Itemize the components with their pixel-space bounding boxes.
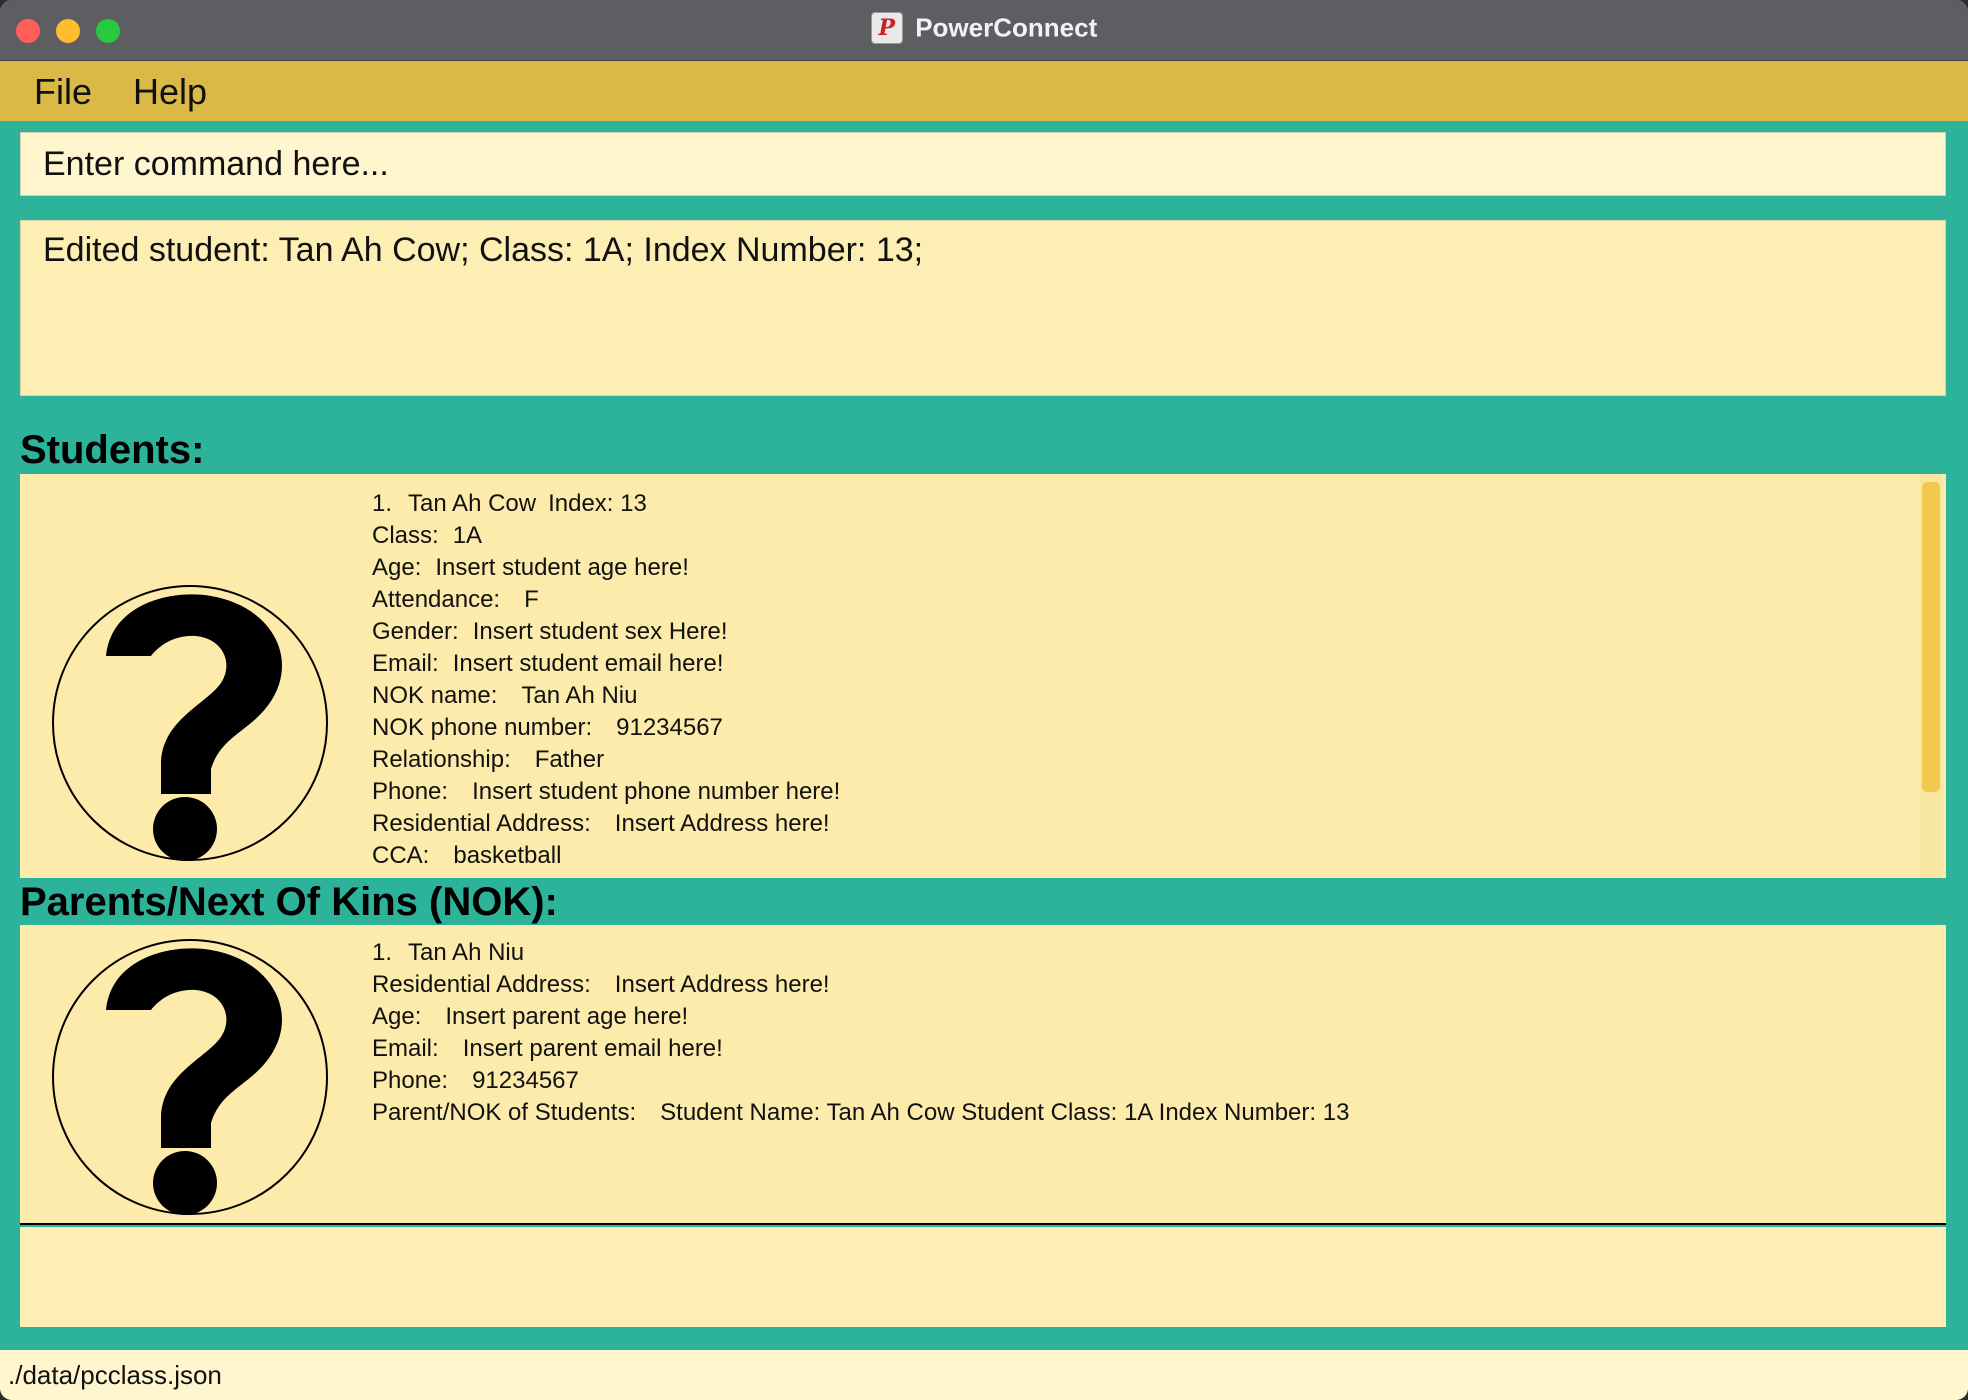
field-label: Attendance: — [372, 586, 501, 613]
parent-list[interactable]: 1. Tan Ah Niu Residential Address: Insert … — [20, 925, 1946, 1225]
parent-details: 1. Tan Ah Niu Residential Address: Insert … — [372, 937, 1349, 1129]
field-value: F — [524, 586, 539, 613]
title-bar: P PowerConnect — [0, 0, 1968, 61]
field-label: Residential Address: — [372, 971, 591, 998]
field-value: basketball — [453, 842, 562, 869]
data-file-path: ./data/pcclass.json — [8, 1360, 222, 1390]
window-title-group: P PowerConnect — [0, 12, 1968, 44]
field-value: Insert parent email here! — [462, 1035, 723, 1062]
parent-name: Tan Ah Niu — [408, 939, 525, 966]
field-label: Email: — [372, 1035, 439, 1062]
field-label: NOK phone number: — [372, 714, 593, 741]
field-value: 1A — [452, 522, 483, 549]
student-details: 1. Tan Ah Cow Index: 13 Class: 1A Age: Inser… — [372, 488, 840, 872]
student-field-relationship: Relationship: Father — [372, 744, 840, 776]
student-header-row: 1. Tan Ah Cow Index: 13 — [372, 488, 840, 520]
student-field-class: Class: 1A — [372, 520, 840, 552]
field-label: Phone: — [372, 1067, 449, 1094]
placeholder-avatar-icon — [52, 939, 328, 1215]
field-label: Gender: — [372, 618, 459, 645]
field-label: Phone: — [372, 778, 449, 805]
result-display: Edited student: Tan Ah Cow; Class: 1A; I… — [20, 220, 1946, 396]
field-value: Insert student age here! — [435, 554, 689, 581]
field-label: Age: — [372, 1003, 422, 1030]
field-label: Parent/NOK of Students: — [372, 1099, 637, 1126]
placeholder-avatar-icon — [52, 585, 328, 861]
field-label: Age: — [372, 554, 422, 581]
student-number: 1. — [372, 490, 393, 517]
menu-file[interactable]: File — [34, 71, 92, 113]
field-value: 91234567 — [616, 714, 723, 741]
field-label: CCA: — [372, 842, 430, 869]
menu-bar: File Help — [0, 61, 1968, 121]
field-label: NOK name: — [372, 682, 498, 709]
field-label: Email: — [372, 650, 439, 677]
student-field-nok-name: NOK name: Tan Ah Niu — [372, 680, 840, 712]
app-logo-icon: P — [870, 12, 903, 44]
command-input[interactable] — [21, 133, 1945, 195]
student-field-phone: Phone: Insert student phone number here! — [372, 776, 840, 808]
parents-heading: Parents/Next Of Kins (NOK): — [20, 880, 558, 924]
field-value: Insert student sex Here! — [472, 618, 728, 645]
field-label: Relationship: — [372, 746, 511, 773]
field-value: Insert Address here! — [614, 810, 830, 837]
empty-list-area — [20, 1227, 1946, 1327]
student-name: Tan Ah Cow — [408, 490, 537, 517]
field-value: Insert student phone number here! — [472, 778, 841, 805]
field-label: Residential Address: — [372, 810, 591, 837]
students-heading: Students: — [20, 428, 205, 472]
menu-help[interactable]: Help — [133, 71, 207, 113]
field-value: Student Name: Tan Ah Cow Student Class: … — [660, 1099, 1350, 1126]
student-field-address: Residential Address: Insert Address here! — [372, 808, 840, 840]
window-title: PowerConnect — [915, 12, 1098, 43]
field-value: 91234567 — [472, 1067, 579, 1094]
field-value: Tan Ah Niu — [521, 682, 638, 709]
parent-field-phone: Phone: 91234567 — [372, 1065, 1349, 1097]
student-index-label: Index: — [548, 490, 614, 517]
parent-field-address: Residential Address: Insert Address here! — [372, 969, 1349, 1001]
field-value: Insert Address here! — [614, 971, 830, 998]
student-list-scrollbar[interactable] — [1922, 482, 1940, 792]
status-bar: ./data/pcclass.json — [0, 1350, 1968, 1400]
student-field-cca: CCA: basketball — [372, 840, 840, 872]
parent-field-email: Email: Insert parent email here! — [372, 1033, 1349, 1065]
command-box — [20, 132, 1946, 196]
field-value: Father — [534, 746, 605, 773]
student-field-gender: Gender: Insert student sex Here! — [372, 616, 840, 648]
student-index-value: 13 — [620, 490, 647, 517]
field-value: Insert parent age here! — [445, 1003, 689, 1030]
app-window: P PowerConnect File Help Edited student:… — [0, 0, 1968, 1400]
parent-header-row: 1. Tan Ah Niu — [372, 937, 1349, 969]
student-list[interactable]: 1. Tan Ah Cow Index: 13 Class: 1A Age: Inser… — [20, 474, 1946, 878]
student-field-age: Age: Insert student age here! — [372, 552, 840, 584]
student-field-nok-phone: NOK phone number: 91234567 — [372, 712, 840, 744]
field-value: Insert student email here! — [452, 650, 724, 677]
parent-number: 1. — [372, 939, 393, 966]
parent-field-age: Age: Insert parent age here! — [372, 1001, 1349, 1033]
field-label: Class: — [372, 522, 439, 549]
student-field-attendance: Attendance: F — [372, 584, 840, 616]
parent-field-students: Parent/NOK of Students: Student Name: Tan… — [372, 1097, 1349, 1129]
student-field-email: Email: Insert student email here! — [372, 648, 840, 680]
